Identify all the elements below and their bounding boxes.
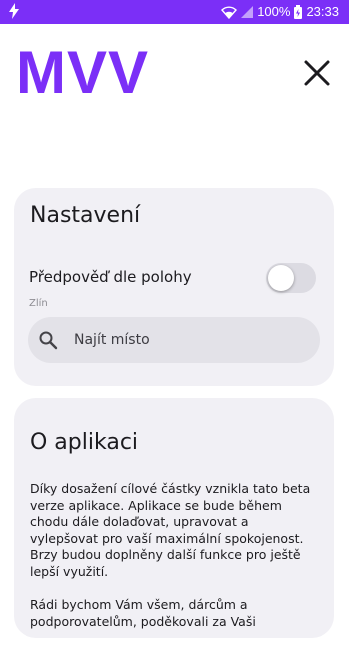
about-card: O aplikaci Díky dosažení cílové částky v…: [14, 398, 334, 638]
close-button[interactable]: [302, 58, 332, 88]
search-icon: [38, 330, 58, 354]
about-text: Díky dosažení cílové částky vznikla tato…: [30, 481, 320, 647]
current-location: Zlín: [29, 298, 48, 309]
search-input[interactable]: [74, 317, 304, 363]
toggle-knob: [268, 265, 294, 291]
about-paragraph: Rádi bychom Vám všem, dárcům a podporova…: [30, 597, 256, 629]
settings-card: Nastavení Předpověď dle polohy Zlín: [14, 188, 334, 386]
status-bar: 100% 23:33: [0, 0, 349, 24]
wifi-icon: [221, 5, 238, 19]
location-forecast-toggle[interactable]: [266, 263, 316, 293]
signal-icon: [241, 5, 254, 18]
about-paragraph: Díky dosažení cílové částky vznikla tato…: [30, 481, 311, 579]
battery-percent: 100%: [257, 4, 291, 19]
about-title: O aplikaci: [30, 430, 139, 455]
settings-title: Nastavení: [30, 203, 141, 228]
close-icon: [302, 60, 332, 92]
location-forecast-label: Předpověď dle polohy: [29, 268, 192, 286]
app-logo: MVV: [16, 39, 150, 106]
charging-bolt-icon: [9, 3, 19, 19]
clock: 23:33: [306, 4, 339, 19]
place-search[interactable]: [28, 317, 320, 363]
battery-charging-icon: [294, 4, 303, 19]
